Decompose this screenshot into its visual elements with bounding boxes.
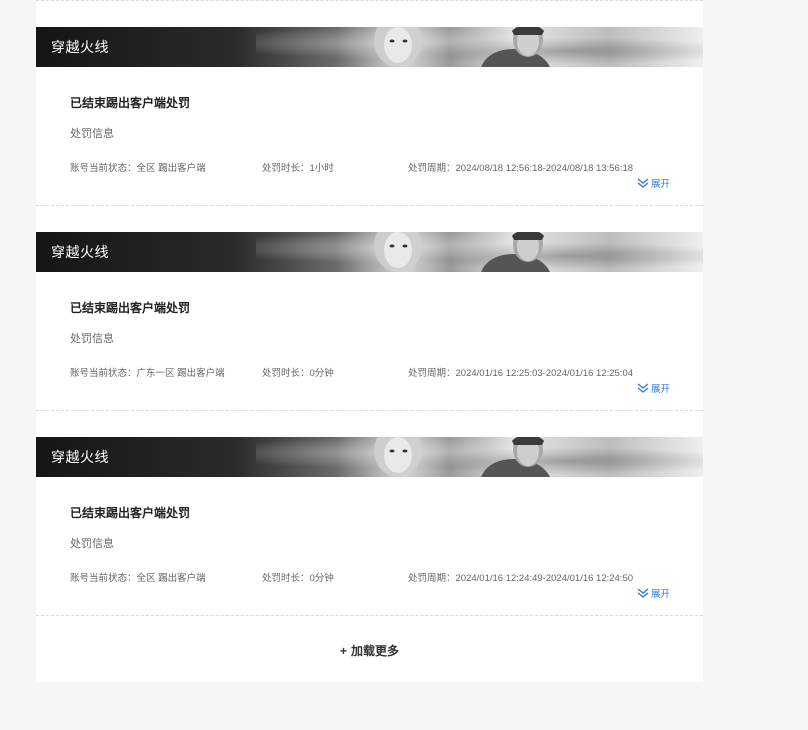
page-footer-area bbox=[0, 714, 808, 730]
account-status: 账号当前状态：全区 踢出客户端 bbox=[70, 160, 206, 174]
plus-icon: + bbox=[339, 644, 347, 658]
penalty-duration-value: 0分钟 bbox=[309, 573, 334, 584]
penalty-period-value: 2024/01/16 12:24:49-2024/01/16 12:24:50 bbox=[455, 573, 634, 584]
account-status-label: 账号当前状态： bbox=[70, 163, 137, 174]
account-status-value: 全区 踢出客户端 bbox=[136, 573, 206, 584]
divider bbox=[36, 205, 703, 206]
penalty-records-page: 穿越火线 已结束踢出客户端处罚 处罚信息 账号当前状态：全区 踢出客户端 处罚时… bbox=[0, 0, 808, 730]
penalty-duration: 处罚时长：1小时 bbox=[262, 160, 334, 174]
account-status-value: 全区 踢出客户端 bbox=[136, 163, 206, 174]
penalty-record: 穿越火线 已结束踢出客户端处罚 处罚信息 账号当前状态：广东一区 踢出客户端 处… bbox=[36, 232, 703, 412]
record-title: 已结束踢出客户端处罚 bbox=[70, 301, 191, 315]
game-banner: 穿越火线 bbox=[36, 437, 703, 477]
account-status: 账号当前状态：广东一区 踢出客户端 bbox=[70, 365, 225, 379]
penalty-period: 处罚周期：2024/01/16 12:25:03-2024/01/16 12:2… bbox=[408, 365, 633, 379]
divider bbox=[36, 0, 703, 1]
game-banner: 穿越火线 bbox=[36, 27, 703, 67]
double-chevron-down-icon bbox=[637, 383, 649, 393]
double-chevron-down-icon bbox=[637, 588, 649, 598]
load-more-button[interactable]: + 加载更多 bbox=[36, 637, 703, 665]
expand-label: 展开 bbox=[651, 179, 671, 190]
penalty-record: 穿越火线 已结束踢出客户端处罚 处罚信息 账号当前状态：全区 踢出客户端 处罚时… bbox=[36, 27, 703, 207]
penalty-duration: 处罚时长：0分钟 bbox=[262, 365, 334, 379]
account-status-label: 账号当前状态： bbox=[70, 368, 137, 379]
banner-characters-image bbox=[374, 232, 550, 272]
load-more-label: 加载更多 bbox=[351, 644, 400, 658]
banner-title: 穿越火线 bbox=[51, 449, 109, 465]
record-title: 已结束踢出客户端处罚 bbox=[70, 506, 191, 520]
penalty-period: 处罚周期：2024/01/16 12:24:49-2024/01/16 12:2… bbox=[408, 570, 633, 584]
expand-button[interactable]: 展开 bbox=[637, 176, 670, 190]
banner-title: 穿越火线 bbox=[51, 244, 109, 260]
record-title: 已结束踢出客户端处罚 bbox=[70, 96, 191, 110]
record-subtitle: 处罚信息 bbox=[70, 538, 114, 550]
penalty-duration-label: 处罚时长： bbox=[262, 163, 310, 174]
penalty-duration-label: 处罚时长： bbox=[262, 573, 310, 584]
expand-label: 展开 bbox=[651, 589, 671, 600]
expand-label: 展开 bbox=[651, 384, 671, 395]
penalty-duration-label: 处罚时长： bbox=[262, 368, 310, 379]
game-banner: 穿越火线 bbox=[36, 232, 703, 272]
penalty-duration-value: 0分钟 bbox=[309, 368, 334, 379]
record-subtitle: 处罚信息 bbox=[70, 333, 114, 345]
expand-button[interactable]: 展开 bbox=[637, 586, 670, 600]
penalty-period-value: 2024/08/18 12:56:18-2024/08/18 13:56:18 bbox=[455, 163, 634, 174]
double-chevron-down-icon bbox=[637, 178, 649, 188]
penalty-period-label: 处罚周期： bbox=[408, 573, 456, 584]
penalty-record: 穿越火线 已结束踢出客户端处罚 处罚信息 账号当前状态：全区 踢出客户端 处罚时… bbox=[36, 437, 703, 617]
account-status-value: 广东一区 踢出客户端 bbox=[136, 368, 225, 379]
divider bbox=[36, 615, 703, 616]
banner-characters-image bbox=[374, 437, 550, 477]
expand-button[interactable]: 展开 bbox=[637, 381, 670, 395]
penalty-period-label: 处罚周期： bbox=[408, 368, 456, 379]
penalty-duration-value: 1小时 bbox=[309, 163, 334, 174]
account-status-label: 账号当前状态： bbox=[70, 573, 137, 584]
account-status: 账号当前状态：全区 踢出客户端 bbox=[70, 570, 206, 584]
divider bbox=[36, 410, 703, 411]
penalty-period-value: 2024/01/16 12:25:03-2024/01/16 12:25:04 bbox=[455, 368, 634, 379]
record-subtitle: 处罚信息 bbox=[70, 128, 114, 140]
banner-title: 穿越火线 bbox=[51, 39, 109, 55]
banner-characters-image bbox=[374, 27, 550, 67]
penalty-duration: 处罚时长：0分钟 bbox=[262, 570, 334, 584]
penalty-period: 处罚周期：2024/08/18 12:56:18-2024/08/18 13:5… bbox=[408, 160, 633, 174]
penalty-period-label: 处罚周期： bbox=[408, 163, 456, 174]
